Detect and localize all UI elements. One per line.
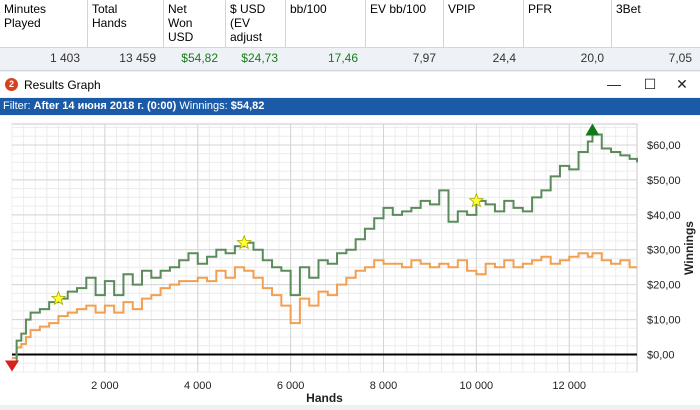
y-axis-label: Winnings — [682, 221, 696, 275]
filter-bar: Filter: After 14 июня 2018 г. (0:00) Win… — [0, 98, 700, 115]
col-minutes-played[interactable]: Minutes Played — [0, 0, 88, 47]
x-tick-label: 8 000 — [370, 380, 398, 392]
stats-value-row[interactable]: 1 403 13 459 $54,82 $24,73 17,46 7,97 24… — [0, 47, 700, 71]
value-3bet: 7,05 — [668, 51, 692, 65]
y-tick-label: $0,00 — [647, 350, 675, 362]
col-ev-adjust[interactable]: $ USD (EV adjust — [226, 0, 286, 47]
y-tick-label: $50,00 — [647, 175, 681, 187]
winnings-label: Winnings: — [179, 100, 228, 112]
x-tick-label: 4 000 — [184, 380, 212, 392]
x-tick-label: 12 000 — [552, 380, 586, 392]
y-tick-label: $60,00 — [647, 140, 681, 152]
y-tick-label: $20,00 — [647, 280, 681, 292]
x-tick-label: 2 000 — [91, 380, 119, 392]
close-button[interactable]: ✕ — [664, 74, 700, 94]
col-ev-bb100[interactable]: EV bb/100 — [366, 0, 444, 47]
plot-area — [11, 123, 638, 373]
value-ev-bb100: 7,97 — [412, 51, 436, 65]
results-chart-svg: $0,00 $10,00 $20,00 $30,00 $40,00 $50,00 $60,0… — [5, 123, 696, 405]
results-graph: $0,00 $10,00 $20,00 $30,00 $40,00 $50,00 $60,0… — [0, 116, 700, 405]
value-bb100: 17,46 — [327, 51, 358, 65]
col-net-won[interactable]: Net Won USD — [164, 0, 226, 47]
stats-header-row: Minutes Played Total Hands Net Won USD $… — [0, 0, 700, 47]
window-title: Results Graph — [24, 78, 101, 92]
col-bb100[interactable]: bb/100 — [286, 0, 366, 47]
col-vpip[interactable]: VPIP — [444, 0, 524, 47]
value-minutes-played: 1 403 — [49, 51, 80, 65]
value-net-won: $54,82 — [181, 51, 218, 65]
value-pfr: 20,0 — [580, 51, 604, 65]
stats-table: Minutes Played Total Hands Net Won USD $… — [0, 0, 700, 71]
col-pfr[interactable]: PFR — [524, 0, 612, 47]
value-vpip: 24,4 — [492, 51, 516, 65]
filter-label: Filter: — [3, 100, 31, 112]
x-axis-label: Hands — [306, 391, 343, 405]
value-ev-adjust: $24,73 — [241, 51, 278, 65]
winnings-value: $54,82 — [230, 100, 265, 112]
filter-value: After 14 июня 2018 г. (0:00) — [33, 100, 177, 112]
value-total-hands: 13 459 — [119, 51, 156, 65]
col-total-hands[interactable]: Total Hands — [88, 0, 164, 47]
x-tick-label: 6 000 — [277, 380, 305, 392]
maximize-button[interactable]: ☐ — [632, 74, 668, 94]
app-icon: 2 — [5, 78, 18, 91]
minimize-button[interactable]: — — [596, 74, 632, 94]
y-tick-label: $40,00 — [647, 210, 681, 222]
results-graph-titlebar[interactable]: 2 Results Graph — ☐ ✕ — [0, 72, 700, 97]
x-tick-label: 10 000 — [460, 380, 494, 392]
col-3bet[interactable]: 3Bet — [612, 0, 700, 47]
y-tick-label: $30,00 — [647, 245, 681, 257]
y-tick-label: $10,00 — [647, 315, 681, 327]
